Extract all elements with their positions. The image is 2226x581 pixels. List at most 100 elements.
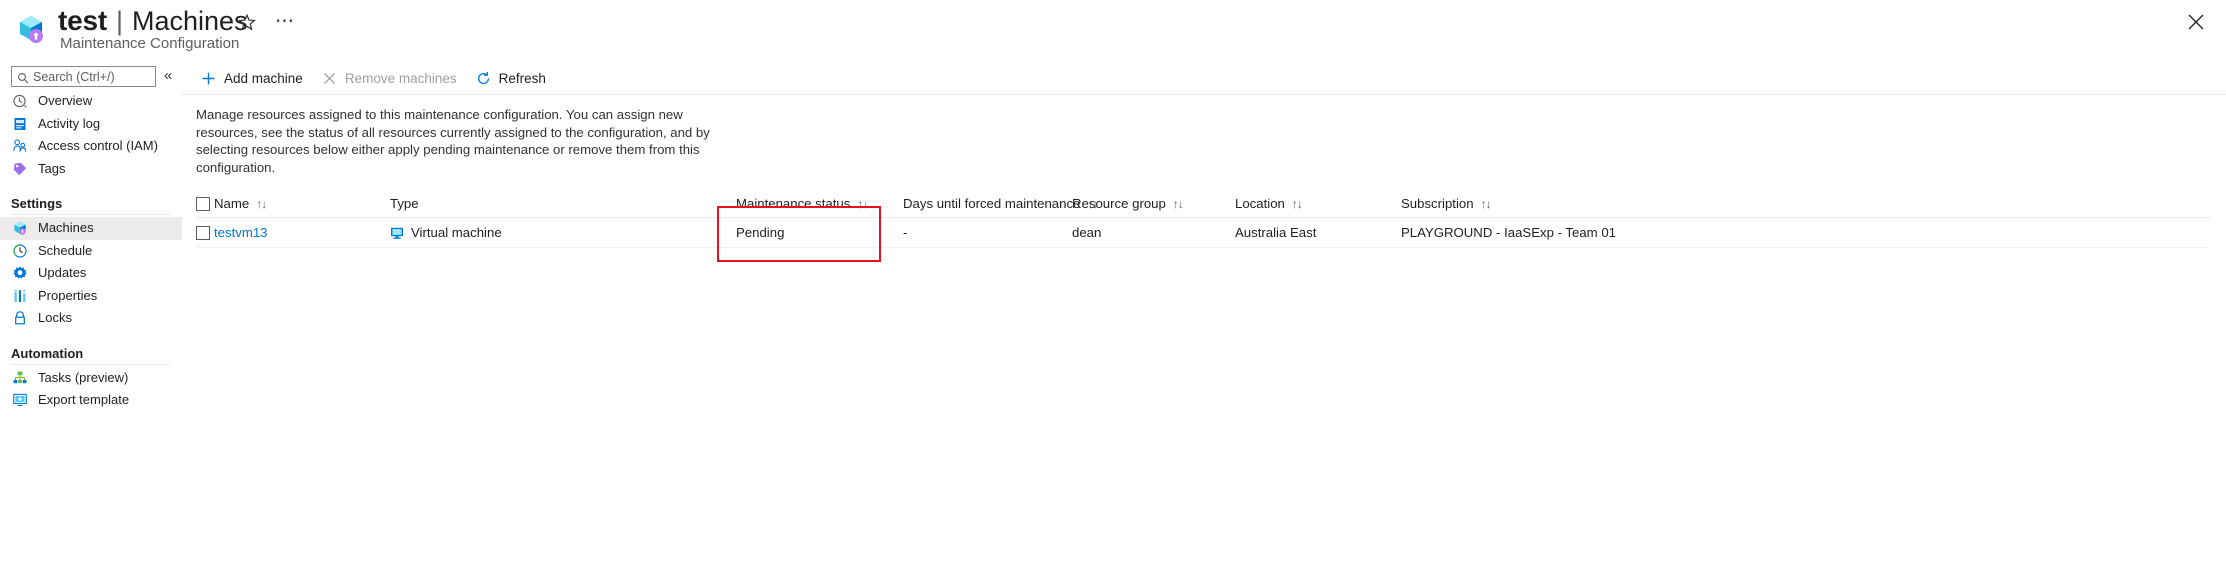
checkbox-box[interactable] xyxy=(196,225,210,240)
column-header-label: Type xyxy=(390,196,419,211)
machine-name-link[interactable]: testvm13 xyxy=(214,225,268,240)
sidebar-item-label: Tasks (preview) xyxy=(38,369,129,385)
sidebar-item-overview[interactable]: Overview xyxy=(0,90,182,113)
sidebar-item-access-control[interactable]: Access control (IAM) xyxy=(0,135,182,158)
sidebar-item-schedule[interactable]: Schedule xyxy=(0,240,182,263)
sidebar-item-label: Updates xyxy=(38,265,87,281)
blade-content: Add machine Remove machines Refresh Mana… xyxy=(182,62,2226,581)
maintenance-status-value: Pending xyxy=(736,225,785,240)
machines-table: Name ↑↓ Type Maintenance status ↑↓ Days … xyxy=(196,190,2210,248)
sidebar-item-tags[interactable]: Tags xyxy=(0,158,182,181)
sidebar-item-machines[interactable]: Machines xyxy=(0,217,182,240)
remove-machines-button[interactable]: Remove machines xyxy=(319,64,467,92)
sidebar-item-label: Properties xyxy=(38,287,98,303)
page-title: test | Machines xyxy=(58,4,248,38)
remove-machines-label: Remove machines xyxy=(344,70,457,86)
page-title-resource: test xyxy=(58,5,107,36)
content-description: Manage resources assigned to this mainte… xyxy=(196,107,710,175)
properties-icon xyxy=(12,288,28,304)
add-machine-label: Add machine xyxy=(224,70,303,86)
column-header-label: Resource group xyxy=(1072,196,1166,211)
cell-days-until-forced-maintenance: - xyxy=(903,218,907,247)
subscription-value: PLAYGROUND - IaaSExp - Team 01 xyxy=(1401,225,1616,240)
column-header-resource-group[interactable]: Resource group ↑↓ xyxy=(1072,190,1184,217)
star-icon[interactable] xyxy=(236,12,258,34)
blade-sidebar: « Overview xyxy=(0,62,182,581)
page-title-separator: | xyxy=(116,6,124,36)
sidebar-item-label: Access control (IAM) xyxy=(38,138,158,154)
virtual-machine-icon xyxy=(390,226,404,240)
sidebar-group-divider xyxy=(11,363,170,365)
sidebar-item-label: Machines xyxy=(38,220,94,236)
schedule-icon xyxy=(12,243,28,259)
search-icon xyxy=(17,71,29,84)
sidebar-item-label: Schedule xyxy=(38,242,93,258)
column-header-label: Name xyxy=(214,196,250,211)
sidebar-search[interactable] xyxy=(11,66,156,87)
command-bar: Add machine Remove machines Refresh xyxy=(182,62,2226,94)
column-header-name[interactable]: Name ↑↓ xyxy=(214,190,267,217)
refresh-button[interactable]: Refresh xyxy=(473,64,556,92)
sidebar-item-tasks[interactable]: Tasks (preview) xyxy=(0,367,182,390)
location-value: Australia East xyxy=(1235,225,1317,240)
column-header-label: Subscription xyxy=(1401,196,1474,211)
machines-icon xyxy=(12,220,28,236)
sidebar-item-properties[interactable]: Properties xyxy=(0,285,182,308)
sidebar-item-export-template[interactable]: Export template xyxy=(0,389,182,412)
sort-updown-icon: ↑↓ xyxy=(256,196,267,211)
sidebar-item-label: Tags xyxy=(38,160,66,176)
sidebar-group-settings: Settings xyxy=(11,196,63,211)
cell-maintenance-status: Pending xyxy=(736,218,784,247)
sort-updown-icon: ↑↓ xyxy=(857,196,868,211)
sidebar-nav-list: Overview Activity log Access control (IA… xyxy=(0,90,182,412)
sidebar-group-divider xyxy=(11,214,170,215)
cell-location: Australia East xyxy=(1235,218,1316,247)
sort-updown-icon: ↑↓ xyxy=(1172,196,1184,211)
cell-resource-group: dean xyxy=(1072,218,1101,247)
refresh-label: Refresh xyxy=(498,70,546,86)
export-template-icon xyxy=(12,392,28,408)
select-all-checkbox[interactable] xyxy=(196,190,210,217)
sidebar-item-locks[interactable]: Locks xyxy=(0,307,182,330)
blade-subtitle: Maintenance Configuration xyxy=(60,35,240,52)
column-header-label: Location xyxy=(1235,196,1285,211)
search-input[interactable] xyxy=(28,68,146,85)
sidebar-item-label: Export template xyxy=(38,392,130,408)
column-header-label: Days until forced maintenance xyxy=(903,196,1081,211)
table-header-row: Name ↑↓ Type Maintenance status ↑↓ Days … xyxy=(196,190,2210,218)
sidebar-item-label: Activity log xyxy=(38,115,101,131)
cross-icon xyxy=(321,70,338,87)
column-header-label: Maintenance status xyxy=(736,196,851,211)
overview-icon xyxy=(12,93,28,109)
double-chevron-left-icon[interactable]: « xyxy=(164,68,172,83)
cell-subscription: PLAYGROUND - IaaSExp - Team 01 xyxy=(1401,218,1616,247)
ellipsis-icon[interactable]: ⋯ xyxy=(275,12,295,32)
sidebar-item-updates[interactable]: Updates xyxy=(0,262,182,285)
command-bar-divider xyxy=(182,94,2226,95)
access-control-icon xyxy=(12,138,28,154)
checkbox-box[interactable] xyxy=(196,196,210,211)
column-header-maintenance-status[interactable]: Maintenance status ↑↓ xyxy=(736,190,868,217)
table-row[interactable]: testvm13 Virtual machine Pending - dean … xyxy=(196,218,2210,248)
row-checkbox[interactable] xyxy=(196,218,210,247)
tags-icon xyxy=(12,161,28,177)
column-header-type[interactable]: Type xyxy=(390,190,419,217)
sidebar-item-label: Locks xyxy=(38,310,72,326)
resource-group-value: dean xyxy=(1072,225,1102,240)
refresh-icon xyxy=(475,70,492,87)
sort-updown-icon: ↑↓ xyxy=(1291,196,1303,211)
cell-type: Virtual machine xyxy=(390,218,502,247)
column-header-days-until-forced-maintenance[interactable]: Days until forced maintenance ↑↓ xyxy=(903,190,1098,217)
cell-name[interactable]: testvm13 xyxy=(214,218,268,247)
column-header-location[interactable]: Location ↑↓ xyxy=(1235,190,1303,217)
azure-portal-blade: test | Machines ⋯ Maintenance Configurat… xyxy=(0,0,2226,581)
close-icon[interactable] xyxy=(2184,10,2208,34)
column-header-subscription[interactable]: Subscription ↑↓ xyxy=(1401,190,1492,217)
sidebar-item-activity-log[interactable]: Activity log xyxy=(0,113,182,136)
plus-icon xyxy=(200,70,217,87)
page-title-section: Machines xyxy=(132,6,248,36)
locks-icon xyxy=(12,310,28,326)
add-machine-button[interactable]: Add machine xyxy=(198,64,313,92)
days-until-forced-value: - xyxy=(903,225,908,240)
sort-updown-icon: ↑↓ xyxy=(1480,196,1492,211)
